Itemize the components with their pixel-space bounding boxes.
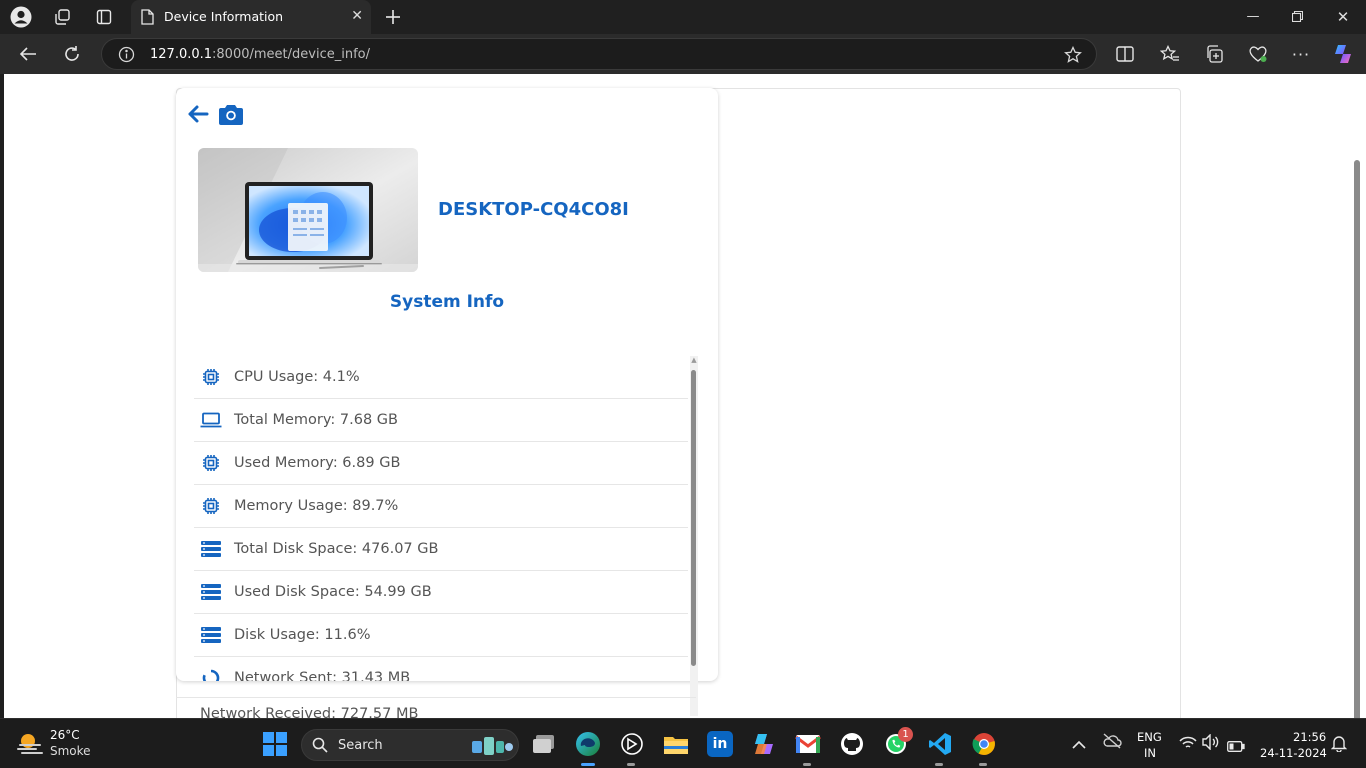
list-item: Memory Usage: 89.7% — [194, 485, 688, 528]
onedrive-offline-icon[interactable] — [1102, 733, 1122, 753]
linkedin-icon[interactable]: in — [707, 731, 733, 757]
task-view-icon[interactable] — [531, 731, 557, 757]
search-highlight-icon — [470, 735, 514, 761]
copilot-icon[interactable] — [1331, 42, 1355, 66]
running-app-indicator — [803, 763, 811, 766]
network-sent-text: Network Sent: 31.43 MB — [234, 670, 411, 681]
chatgpt-icon[interactable] — [619, 731, 645, 757]
site-info-icon[interactable] — [118, 46, 135, 67]
notification-bell-icon[interactable] — [1330, 734, 1348, 756]
split-screen-icon[interactable] — [1113, 42, 1137, 66]
tab-title: Device Information — [164, 9, 284, 24]
list-item: CPU Usage: 4.1% — [194, 356, 688, 399]
restore-icon[interactable] — [1285, 6, 1309, 28]
scroll-up-arrow-icon[interactable]: ▲ — [690, 356, 698, 364]
vscode-icon[interactable] — [927, 731, 953, 757]
list-item: Used Disk Space: 54.99 GB — [194, 571, 688, 614]
clock-date[interactable]: 24-11-2024 — [1260, 746, 1327, 760]
file-explorer-icon[interactable] — [663, 731, 689, 757]
device-image — [198, 148, 418, 272]
section-title: System Info — [389, 292, 505, 312]
close-window-icon[interactable]: ✕ — [1331, 6, 1355, 28]
chip-icon — [198, 367, 224, 387]
tab-actions-icon[interactable] — [93, 6, 115, 28]
collections-icon[interactable] — [1202, 42, 1226, 66]
page-scrollbar-thumb[interactable] — [1354, 160, 1360, 718]
clock-time[interactable]: 21:56 — [1293, 730, 1326, 744]
network-received-text: Network Received: 727.57 MB — [200, 706, 419, 718]
language-region[interactable]: IN — [1144, 746, 1156, 760]
browser-titlebar: Device Information ✕ — ✕ — [0, 0, 1366, 34]
weather-icon[interactable] — [16, 731, 44, 759]
list-item: Used Memory: 6.89 GB — [194, 442, 688, 485]
favorites-icon[interactable] — [1158, 42, 1182, 66]
system-info-list: CPU Usage: 4.1% Total Memory: 7.68 GB Us… — [194, 356, 688, 681]
total-disk-text: Total Disk Space: 476.07 GB — [234, 541, 439, 557]
page-viewport: DESKTOP-CQ4CO8I System Info CPU Usage: 4… — [4, 74, 1366, 718]
total-memory-text: Total Memory: 7.68 GB — [234, 412, 398, 428]
list-item: Network Sent: 31.43 MB — [194, 657, 688, 681]
wifi-icon[interactable] — [1179, 735, 1197, 754]
minimize-icon[interactable]: — — [1241, 6, 1265, 28]
chip-icon — [198, 453, 224, 473]
used-disk-text: Used Disk Space: 54.99 GB — [234, 584, 432, 600]
running-app-indicator — [979, 763, 987, 766]
favorite-star-icon[interactable] — [1064, 45, 1082, 68]
search-icon — [312, 737, 328, 757]
chip-icon — [198, 496, 224, 516]
more-options-icon[interactable]: ··· — [1289, 42, 1313, 66]
language-code[interactable]: ENG — [1137, 730, 1162, 744]
tab-device-information[interactable]: Device Information ✕ — [131, 0, 371, 34]
list-item: Disk Usage: 11.6% — [194, 614, 688, 657]
list-item: Total Disk Space: 476.07 GB — [194, 528, 688, 571]
server-icon — [198, 539, 224, 559]
windows-start-icon[interactable] — [262, 731, 288, 757]
browser-toolbar: 127.0.0.1:8000/meet/device_info/ ··· — [0, 34, 1366, 74]
running-app-indicator — [935, 763, 943, 766]
divider — [176, 697, 696, 698]
volume-icon[interactable] — [1202, 733, 1220, 754]
copilot-app-icon[interactable] — [751, 731, 777, 757]
list-item: Total Memory: 7.68 GB — [194, 399, 688, 442]
back-icon[interactable] — [16, 42, 40, 66]
active-app-indicator — [581, 763, 595, 766]
search-label: Search — [338, 738, 383, 753]
laptop-icon — [198, 410, 224, 430]
weather-desc[interactable]: Smoke — [50, 744, 91, 758]
list-item-overflow: Network Received: 727.57 MB — [200, 706, 418, 718]
back-arrow-icon[interactable] — [184, 100, 212, 128]
github-icon[interactable] — [839, 731, 865, 757]
disk-usage-text: Disk Usage: 11.6% — [234, 627, 371, 643]
device-name: DESKTOP-CQ4CO8I — [438, 199, 629, 220]
list-scrollbar-thumb[interactable] — [691, 370, 696, 666]
tray-overflow-chevron-icon[interactable] — [1072, 735, 1086, 754]
profile-icon[interactable] — [10, 6, 32, 28]
server-icon — [198, 582, 224, 602]
taskbar-search[interactable]: Search — [301, 729, 519, 761]
used-memory-text: Used Memory: 6.89 GB — [234, 455, 401, 471]
cpu-usage-text: CPU Usage: 4.1% — [234, 369, 360, 385]
camera-icon[interactable] — [217, 100, 245, 128]
close-tab-icon[interactable]: ✕ — [351, 8, 363, 24]
memory-usage-text: Memory Usage: 89.7% — [234, 498, 399, 514]
browser-essentials-icon[interactable] — [1246, 42, 1270, 66]
edge-browser-icon[interactable] — [575, 731, 601, 757]
battery-icon[interactable] — [1227, 737, 1245, 756]
chrome-icon[interactable] — [971, 731, 997, 757]
weather-temp[interactable]: 26°C — [50, 728, 80, 742]
notification-badge: 1 — [898, 727, 913, 742]
address-bar[interactable]: 127.0.0.1:8000/meet/device_info/ — [101, 38, 1097, 70]
taskbar: 26°C Smoke Search in 1 ENG IN 21:56 24-1… — [0, 718, 1366, 768]
network-icon — [198, 668, 224, 681]
running-app-indicator — [627, 763, 635, 766]
new-tab-icon[interactable] — [382, 6, 404, 28]
refresh-icon[interactable] — [60, 42, 84, 66]
server-icon — [198, 625, 224, 645]
page-icon — [141, 9, 154, 29]
url-text[interactable]: 127.0.0.1:8000/meet/device_info/ — [150, 47, 370, 62]
device-info-card: DESKTOP-CQ4CO8I System Info CPU Usage: 4… — [176, 88, 718, 681]
gmail-icon[interactable] — [795, 731, 821, 757]
workspaces-icon[interactable] — [51, 6, 73, 28]
